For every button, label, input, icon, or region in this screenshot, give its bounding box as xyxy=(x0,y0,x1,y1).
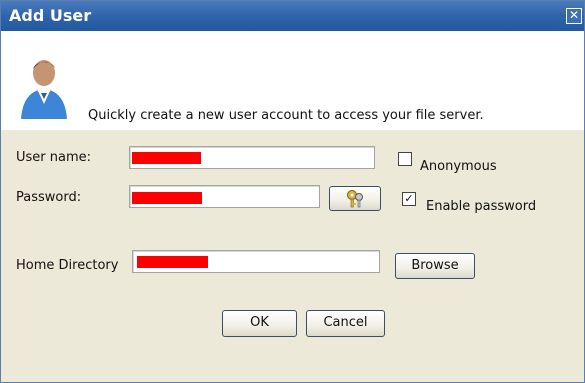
redaction-bar xyxy=(137,256,208,268)
home-directory-label: Home Directory xyxy=(16,258,119,273)
anonymous-label: Anonymous xyxy=(420,159,497,174)
keys-icon xyxy=(347,190,363,208)
password-field[interactable] xyxy=(129,185,320,208)
enable-password-checkbox[interactable]: ✓ xyxy=(402,192,416,206)
user-avatar-icon xyxy=(21,60,67,119)
redaction-bar xyxy=(132,152,201,164)
close-icon[interactable]: ✕ xyxy=(566,8,582,24)
home-directory-field[interactable] xyxy=(132,250,380,273)
generate-password-button[interactable] xyxy=(329,186,381,211)
titlebar: Add User ✕ xyxy=(1,1,584,31)
username-field[interactable] xyxy=(129,146,375,169)
redaction-bar xyxy=(132,192,202,204)
anonymous-checkbox[interactable] xyxy=(398,152,412,166)
password-label: Password: xyxy=(16,190,82,205)
browse-button[interactable]: Browse xyxy=(395,253,475,279)
header-description: Quickly create a new user account to acc… xyxy=(88,108,484,123)
enable-password-label: Enable password xyxy=(426,199,537,214)
add-user-dialog: Add User ✕ Quickly create a new user acc… xyxy=(0,0,585,383)
form-area: User name: Anonymous Password: ✓ Enable … xyxy=(1,130,584,382)
dialog-title: Add User xyxy=(9,6,92,25)
header-area: Quickly create a new user account to acc… xyxy=(1,31,584,130)
cancel-button[interactable]: Cancel xyxy=(306,310,385,337)
username-label: User name: xyxy=(16,150,92,165)
ok-button[interactable]: OK xyxy=(222,310,297,337)
